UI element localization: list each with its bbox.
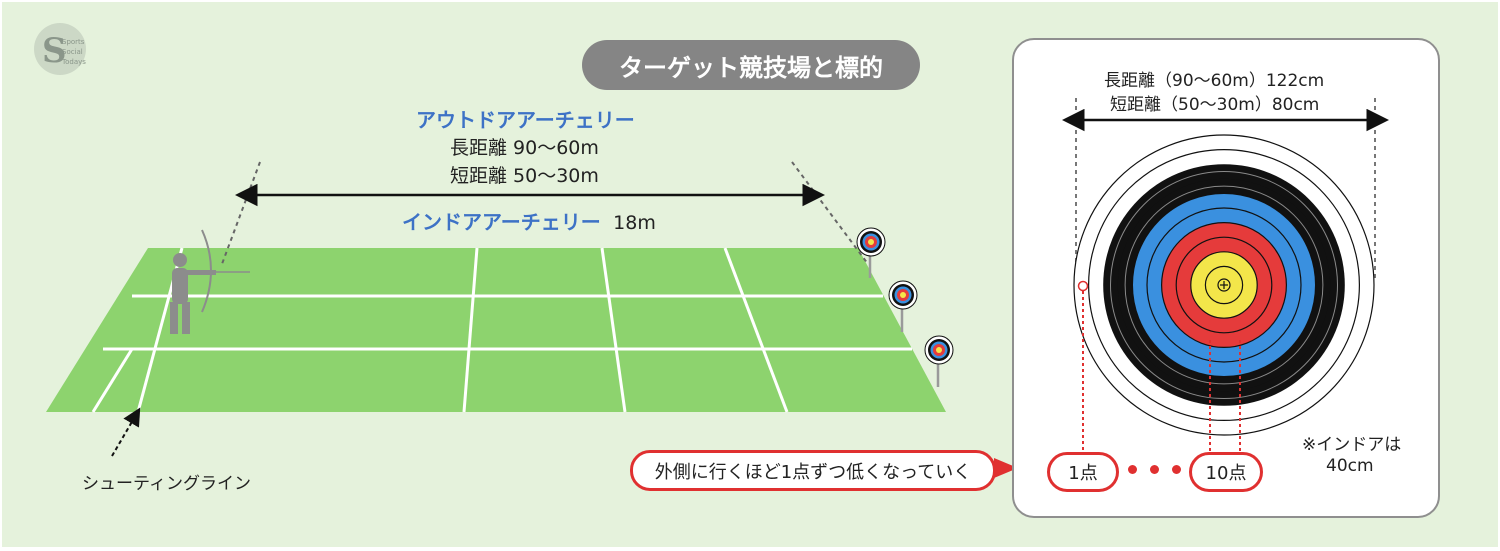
indoor-label: インドアアーチェリー 18m [402,206,656,235]
outer-ring-marker [1077,280,1089,292]
ellipsis-dot [1172,465,1181,474]
outdoor-long-distance: 長距離 90〜60m [450,137,599,159]
shooting-line-pointer [111,407,141,457]
field-target [924,335,954,387]
ellipsis-dot [1128,465,1137,474]
outdoor-heading: アウトドアアーチェリー [416,108,635,132]
indoor-note-line2: 40cm [1326,456,1374,476]
indoor-heading: インドアアーチェリー [402,210,601,234]
min-point-badge: 1点 [1047,452,1119,492]
shooting-line-label: シューティングライン [82,474,251,494]
scoring-explanation: 外側に行くほど1点ずつ低くなっていく [630,450,996,491]
canvas: S Sports Social Todays ターゲット競技場と標的 アウトドア… [2,2,1498,547]
svg-text:Todays: Todays [61,58,86,66]
target-panel: 長距離（90〜60m）122cm 短距離（50〜30m）80cm 1点 10点 … [1012,38,1440,518]
svg-text:Sports: Sports [62,38,85,46]
page-title: ターゲット競技場と標的 [582,40,920,90]
svg-text:Social: Social [62,48,83,56]
ellipsis-dot [1150,465,1159,474]
indoor-note-line1: ※インドアは [1302,435,1402,455]
indoor-distance: 18m [613,212,656,234]
logo: S Sports Social Todays [34,23,86,75]
max-point-badge: 10点 [1189,452,1263,492]
outdoor-short-distance: 短距離 50〜30m [450,165,599,187]
